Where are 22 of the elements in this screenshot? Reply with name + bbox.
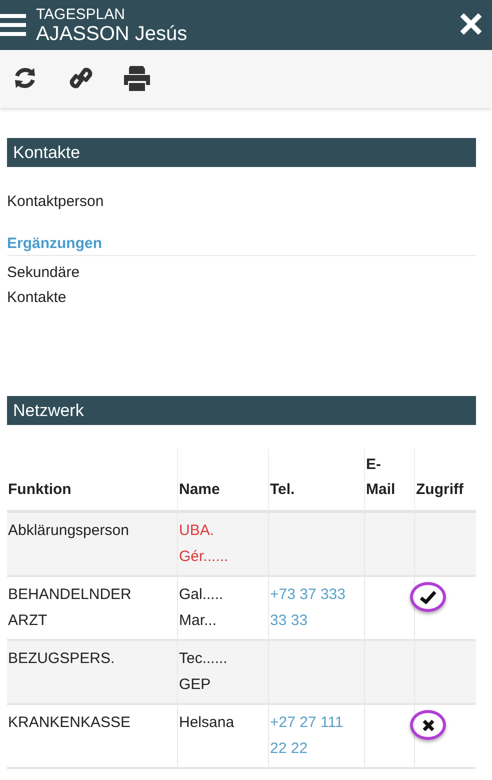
table-cell bbox=[364, 641, 414, 705]
subsection-title: Ergänzungen bbox=[7, 235, 476, 256]
column-header: Funktion bbox=[8, 480, 72, 500]
contact-label: Kontaktperson bbox=[7, 192, 105, 212]
header-subtitle: TAGESPLAN bbox=[36, 6, 126, 22]
table-cell: Helsana bbox=[177, 705, 268, 769]
section-header: Netzwerk bbox=[7, 396, 476, 425]
column-header: Name bbox=[179, 480, 220, 500]
phone-link[interactable]: +73 37 333 33 33 bbox=[270, 582, 364, 634]
printer-icon bbox=[123, 64, 151, 90]
section-header: Kontakte bbox=[7, 138, 476, 167]
header-title: AJASSON Jesús bbox=[36, 22, 188, 44]
table-cell: Abklärungsperson bbox=[7, 513, 177, 577]
column-header: Tel. bbox=[270, 480, 295, 500]
table-cell: Tec...... GEP bbox=[177, 641, 268, 705]
table-cell: BEZUGSPERS. bbox=[7, 641, 177, 705]
supplement-label: Sekundäre Kontakte bbox=[7, 263, 81, 308]
table-cell: Gal..... Mar... bbox=[177, 577, 268, 641]
table-cell: UBA. Gér...... bbox=[177, 513, 268, 577]
column-header: Zugriff bbox=[416, 480, 464, 500]
column-header: E-Mail bbox=[366, 455, 396, 500]
phone-link[interactable]: +27 27 111 22 22 bbox=[270, 710, 364, 762]
